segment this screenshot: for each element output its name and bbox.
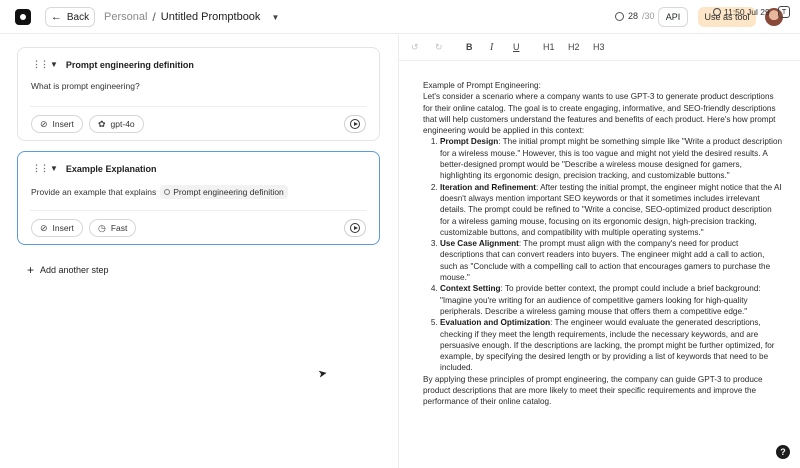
- mouse-cursor-icon: ➤: [317, 367, 329, 381]
- chevron-down-icon[interactable]: ▼: [271, 13, 279, 22]
- play-icon: [350, 119, 360, 129]
- list-item-title: Context Setting: [440, 284, 501, 294]
- usage-used: 28: [628, 11, 639, 21]
- usage-ring-icon: [615, 11, 624, 21]
- editor-toolbar: ↺ ↻ B I U H1 H2 H3: [399, 35, 800, 61]
- heading2-button[interactable]: H2: [568, 42, 580, 52]
- drag-handle-icon[interactable]: ⋮⋮: [32, 59, 49, 70]
- heading3-button[interactable]: H3: [593, 42, 605, 52]
- panel-divider[interactable]: [398, 35, 399, 468]
- openai-icon: ✿: [98, 118, 106, 129]
- top-bar: ← Back Personal / Untitled Promptbook ▼ …: [0, 0, 800, 34]
- back-button[interactable]: ← Back: [45, 7, 95, 27]
- chevron-down-icon[interactable]: ▼: [50, 60, 58, 69]
- step-prompt-text: Provide an example that explains: [31, 187, 157, 197]
- add-step-label: Add another step: [40, 265, 109, 275]
- step-header: ⋮⋮ ▼ Prompt engineering definition: [32, 59, 194, 70]
- insert-button[interactable]: ⊘ Insert: [31, 115, 83, 133]
- breadcrumb-root[interactable]: Personal: [104, 11, 147, 23]
- reference-label: Prompt engineering definition: [173, 187, 284, 197]
- model-label: Fast: [110, 223, 128, 233]
- italic-button[interactable]: I: [490, 42, 493, 53]
- clock-icon: ◷: [98, 222, 106, 233]
- step-title[interactable]: Prompt engineering definition: [66, 60, 194, 70]
- underline-button[interactable]: U: [513, 42, 520, 52]
- insert-button[interactable]: ⊘ Insert: [31, 219, 83, 237]
- step-prompt[interactable]: Provide an example that explains Prompt …: [31, 185, 288, 199]
- reference-icon: [164, 189, 171, 195]
- doc-intro: Let's consider a scenario where a compan…: [423, 92, 776, 136]
- step-prompt[interactable]: What is prompt engineering?: [31, 81, 140, 91]
- step-title[interactable]: Example Explanation: [66, 164, 157, 174]
- step-reference-chip[interactable]: Prompt engineering definition: [160, 185, 288, 199]
- document-body[interactable]: Example of Prompt Engineering: Let's con…: [423, 80, 783, 408]
- doc-conclusion: By applying these principles of prompt e…: [423, 374, 763, 407]
- divider: [30, 210, 367, 211]
- doc-list: Prompt Design: The initial prompt might …: [423, 136, 783, 373]
- add-step-button[interactable]: + Add another step: [27, 264, 109, 276]
- insert-label: Insert: [52, 119, 74, 129]
- step-header: ⋮⋮ ▼ Example Explanation: [32, 163, 156, 174]
- back-label: Back: [66, 11, 90, 23]
- breadcrumb-separator: /: [152, 10, 156, 24]
- link-icon: ⊘: [40, 118, 48, 129]
- promptbook-title[interactable]: Untitled Promptbook: [161, 11, 261, 23]
- text-format-icon[interactable]: T: [778, 6, 790, 18]
- run-step-button[interactable]: [344, 219, 366, 237]
- plus-icon: +: [27, 263, 35, 277]
- model-selector[interactable]: ✿ gpt-4o: [89, 115, 144, 133]
- help-button[interactable]: ?: [776, 445, 790, 459]
- arrow-left-icon: ←: [50, 10, 62, 23]
- chevron-down-icon[interactable]: ▼: [50, 164, 58, 173]
- list-item: Iteration and Refinement: After testing …: [440, 182, 783, 238]
- breadcrumb: Personal / Untitled Promptbook ▼: [104, 10, 279, 24]
- link-icon: ⊘: [40, 222, 48, 233]
- bold-button[interactable]: B: [466, 42, 473, 52]
- timestamp: 11:50 Jul 29: [724, 7, 770, 17]
- list-item: Context Setting: To provide better conte…: [440, 283, 783, 317]
- list-item: Use Case Alignment: The prompt must alig…: [440, 238, 783, 283]
- step-prompt-text: What is prompt engineering?: [31, 81, 140, 91]
- steps-panel: ⋮⋮ ▼ Prompt engineering definition What …: [0, 35, 398, 468]
- redo-icon[interactable]: ↻: [435, 42, 443, 53]
- clock-icon: [713, 8, 721, 16]
- undo-icon[interactable]: ↺: [411, 42, 419, 53]
- usage-counter: 28/30: [615, 11, 655, 21]
- step-card-selected[interactable]: ⋮⋮ ▼ Example Explanation Provide an exam…: [17, 151, 380, 245]
- heading1-button[interactable]: H1: [543, 42, 555, 52]
- run-step-button[interactable]: [344, 115, 366, 133]
- drag-handle-icon[interactable]: ⋮⋮: [32, 163, 49, 174]
- app-logo[interactable]: [15, 9, 31, 25]
- list-item-title: Use Case Alignment: [440, 239, 519, 249]
- insert-label: Insert: [52, 223, 74, 233]
- api-button[interactable]: API: [658, 7, 688, 27]
- usage-total: /30: [642, 11, 655, 21]
- model-selector[interactable]: ◷ Fast: [89, 219, 137, 237]
- list-item-title: Evaluation and Optimization: [440, 318, 551, 328]
- step-card[interactable]: ⋮⋮ ▼ Prompt engineering definition What …: [17, 47, 380, 141]
- divider: [30, 106, 367, 107]
- model-label: gpt-4o: [110, 119, 135, 129]
- list-item: Prompt Design: The initial prompt might …: [440, 136, 783, 181]
- list-item-title: Iteration and Refinement: [440, 182, 536, 192]
- version-history-button[interactable]: 11:50 Jul 29: [713, 7, 770, 17]
- play-icon: [350, 223, 360, 233]
- list-item-title: Prompt Design: [440, 137, 499, 147]
- list-item: Evaluation and Optimization: The enginee…: [440, 317, 783, 373]
- doc-heading: Example of Prompt Engineering:: [423, 81, 541, 90]
